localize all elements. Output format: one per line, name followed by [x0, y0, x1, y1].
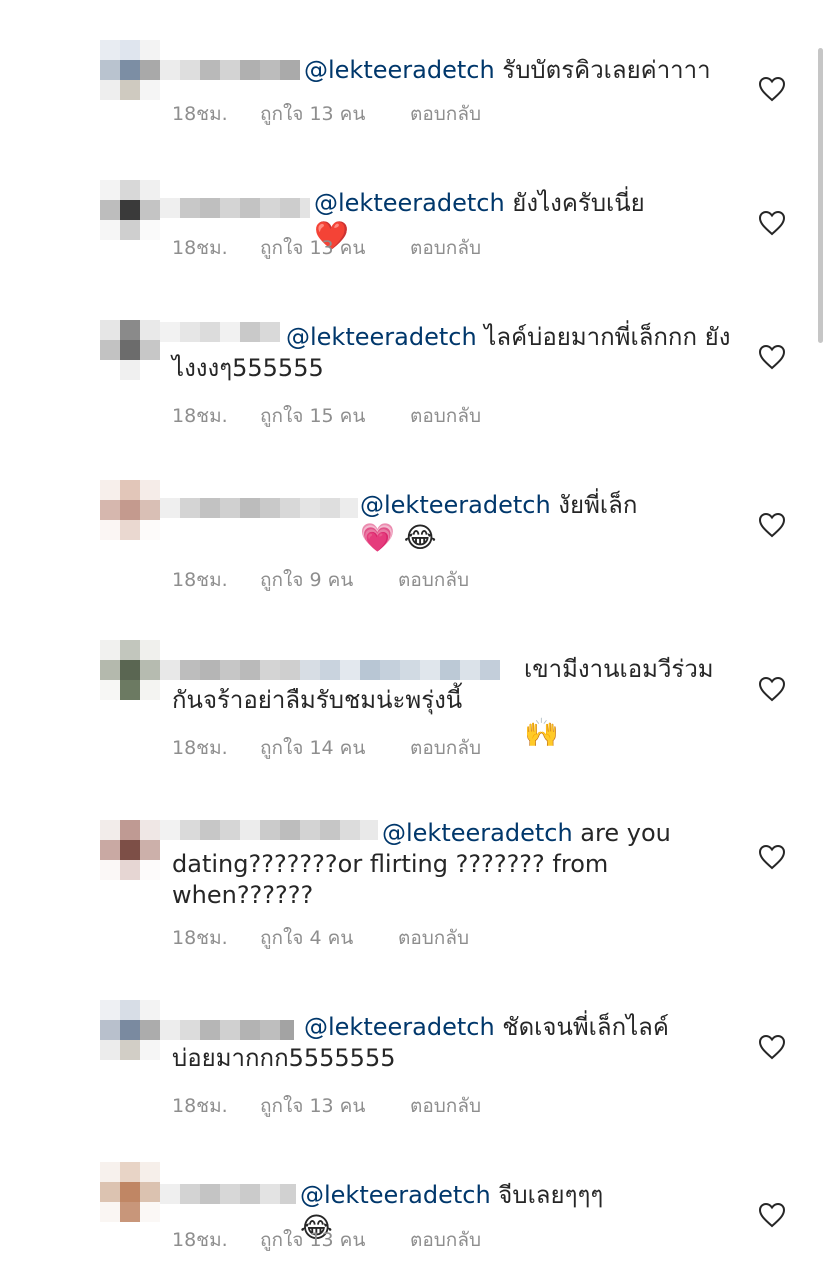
reply-button[interactable]: ตอบกลับ	[410, 1091, 481, 1121]
like-count[interactable]: ถูกใจ 4 คน	[260, 923, 398, 953]
comment-text: @lekteeradetch รับบัตรคิวเลยค่าาาา	[304, 56, 711, 84]
heart-outline-icon[interactable]	[758, 76, 786, 102]
avatar[interactable]	[100, 820, 160, 880]
mention-link[interactable]: @lekteeradetch	[314, 189, 505, 217]
like-count[interactable]: ถูกใจ 13 คน	[260, 1225, 410, 1255]
comment-meta: 18ชม. ถูกใจ 13 คน ตอบกลับ	[172, 1227, 481, 1253]
mention-link[interactable]: @lekteeradetch	[304, 1013, 495, 1041]
scrollbar[interactable]	[818, 48, 823, 343]
heart-outline-icon[interactable]	[758, 1202, 786, 1228]
heart-outline-icon[interactable]	[758, 210, 786, 236]
comment-meta: 18ชม. ถูกใจ 15 คน ตอบกลับ	[172, 403, 481, 429]
mention-link[interactable]: @lekteeradetch	[360, 491, 551, 519]
mention-link[interactable]: @lekteeradetch	[304, 56, 495, 84]
timestamp: 18ชม.	[172, 927, 228, 949]
avatar[interactable]	[100, 1000, 160, 1060]
like-count[interactable]: ถูกใจ 15 คน	[260, 401, 410, 431]
timestamp: 18ชม.	[172, 1095, 228, 1117]
reply-button[interactable]: ตอบกลับ	[410, 401, 481, 431]
heart-outline-icon[interactable]	[758, 344, 786, 370]
comment-meta: 18ชม. ถูกใจ 14 คน ตอบกลับ	[172, 735, 481, 761]
timestamp: 18ชม.	[172, 405, 228, 427]
like-count[interactable]: ถูกใจ 13 คน	[260, 233, 410, 263]
reply-button[interactable]: ตอบกลับ	[410, 99, 481, 129]
comment-text: @lekteeradetch ชัดเจนพี่เล็กไลค์ บ่อยมาก…	[172, 1013, 669, 1072]
avatar[interactable]	[100, 480, 160, 540]
heart-outline-icon[interactable]	[758, 512, 786, 538]
comment-text: @lekteeradetch are you dating???????or f…	[172, 819, 671, 909]
avatar[interactable]	[100, 180, 160, 240]
mention-link[interactable]: @lekteeradetch	[300, 1181, 491, 1209]
avatar[interactable]	[100, 320, 160, 380]
comment-meta: 18ชม. ถูกใจ 4 คน ตอบกลับ	[172, 925, 469, 951]
reply-button[interactable]: ตอบกลับ	[398, 923, 469, 953]
timestamp: 18ชม.	[172, 237, 228, 259]
comment-meta: 18ชม. ถูกใจ 13 คน ตอบกลับ	[172, 101, 481, 127]
heart-outline-icon[interactable]	[758, 676, 786, 702]
mention-link[interactable]: @lekteeradetch	[382, 819, 573, 847]
timestamp: 18ชม.	[172, 1229, 228, 1251]
reply-button[interactable]: ตอบกลับ	[410, 1225, 481, 1255]
reply-button[interactable]: ตอบกลับ	[398, 565, 469, 595]
timestamp: 18ชม.	[172, 737, 228, 759]
like-count[interactable]: ถูกใจ 14 คน	[260, 733, 410, 763]
reply-button[interactable]: ตอบกลับ	[410, 233, 481, 263]
timestamp: 18ชม.	[172, 103, 228, 125]
like-count[interactable]: ถูกใจ 9 คน	[260, 565, 398, 595]
avatar[interactable]	[100, 1162, 160, 1222]
comment-text: @lekteeradetch งัยพี่เล็ก💗 😂	[172, 490, 732, 552]
comment-text: @lekteeradetch ไลค์บ่อยมากพี่เล็กกก ยังไ…	[172, 323, 731, 382]
avatar[interactable]	[100, 640, 160, 700]
mention-link[interactable]: @lekteeradetch	[286, 323, 477, 351]
heart-outline-icon[interactable]	[758, 1034, 786, 1060]
timestamp: 18ชม.	[172, 569, 228, 591]
like-count[interactable]: ถูกใจ 13 คน	[260, 1091, 410, 1121]
avatar[interactable]	[100, 40, 160, 100]
heart-outline-icon[interactable]	[758, 844, 786, 870]
like-count[interactable]: ถูกใจ 13 คน	[260, 99, 410, 129]
comment-meta: 18ชม. ถูกใจ 9 คน ตอบกลับ	[172, 567, 469, 593]
comment-meta: 18ชม. ถูกใจ 13 คน ตอบกลับ	[172, 1093, 481, 1119]
comment-list: @lekteeradetch รับบัตรคิวเลยค่าาาา 18ชม.…	[0, 0, 828, 1277]
reply-button[interactable]: ตอบกลับ	[410, 733, 481, 763]
comment-meta: 18ชม. ถูกใจ 13 คน ตอบกลับ	[172, 235, 481, 261]
emoji: 💗 😂	[360, 521, 437, 554]
